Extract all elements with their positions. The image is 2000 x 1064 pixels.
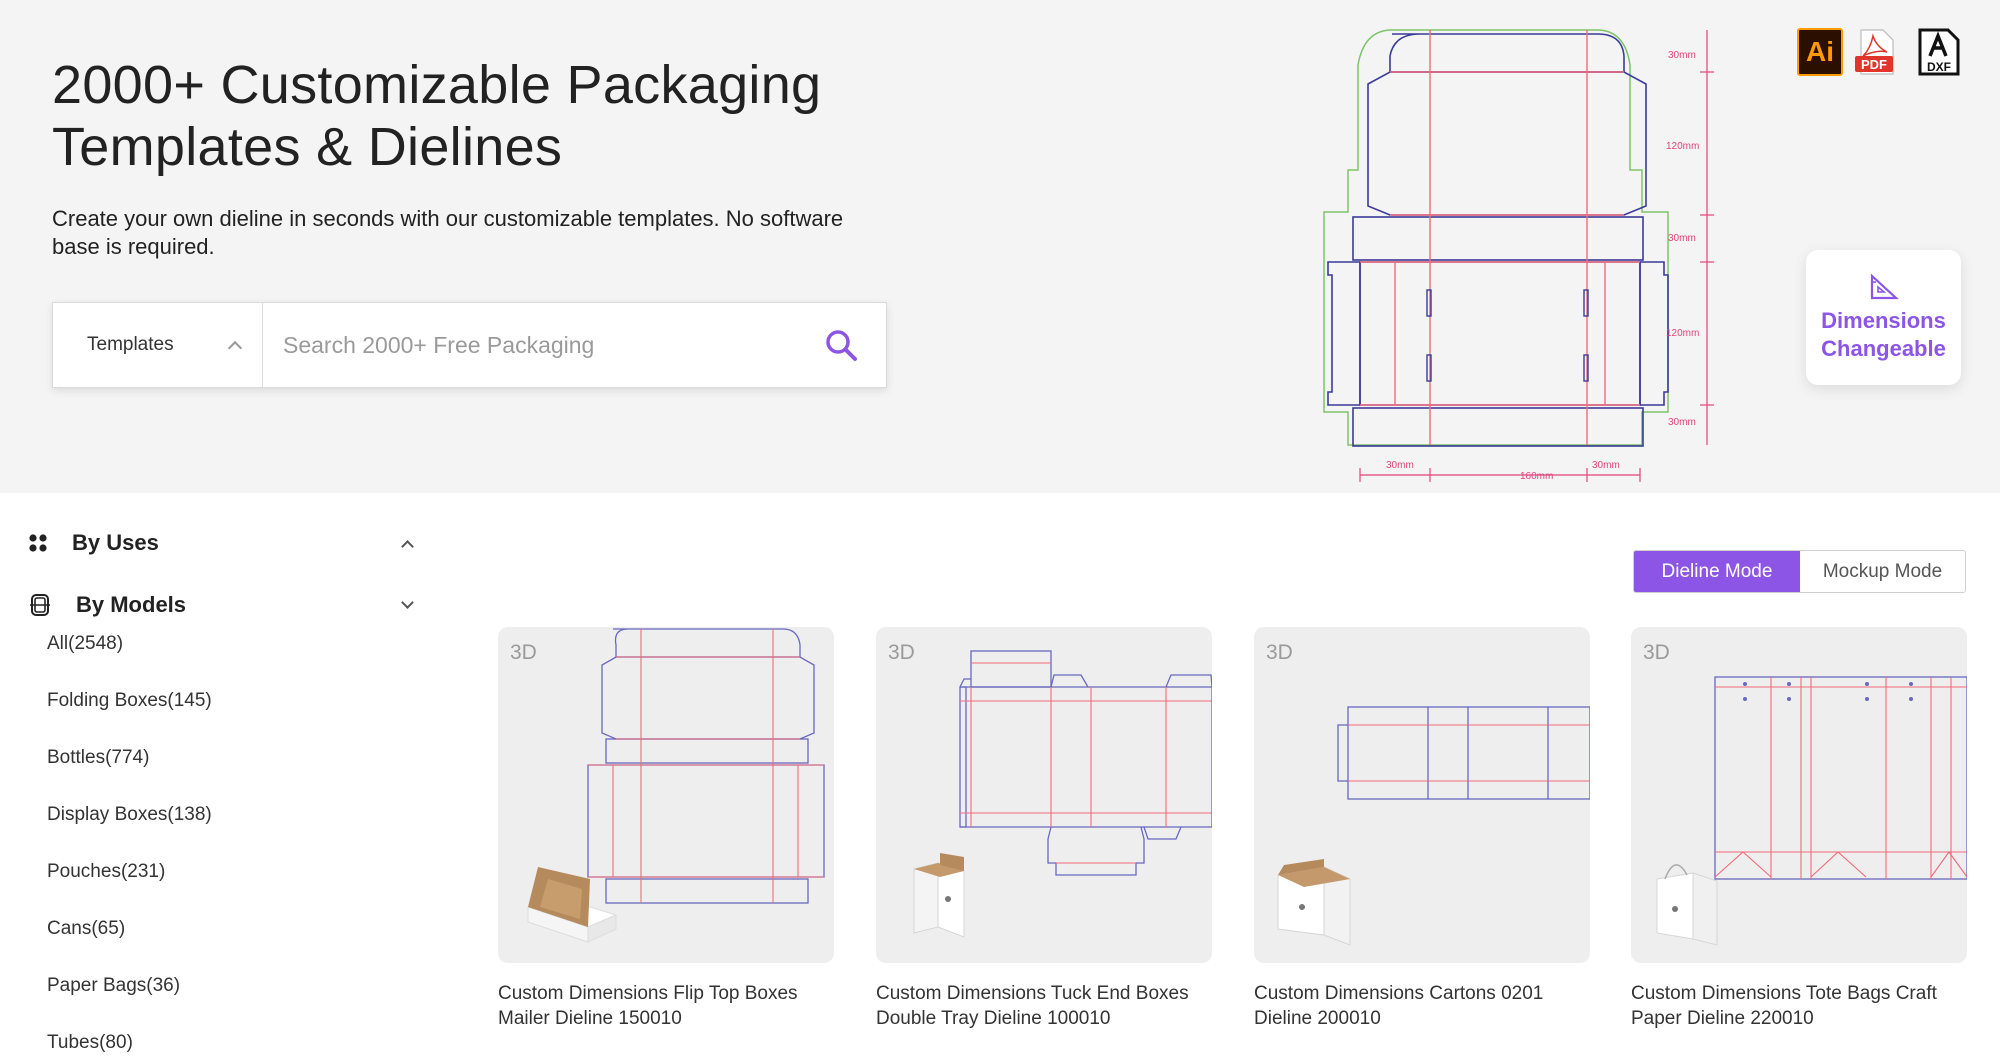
pdf-file-label: PDF bbox=[1861, 57, 1887, 72]
tuck-end-dieline-image bbox=[913, 650, 1212, 938]
ai-file-icon[interactable]: Ai bbox=[1797, 28, 1843, 76]
dim-label-bottom-panel: 120mm bbox=[1666, 328, 1699, 339]
dimensions-changeable-card: Dimensions Changeable bbox=[1806, 250, 1961, 385]
dieline-mode-button[interactable]: Dieline Mode bbox=[1634, 551, 1800, 592]
dim-label-top-panel: 120mm bbox=[1666, 141, 1699, 152]
template-card-title[interactable]: Custom Dimensions Tuck End Boxes Double … bbox=[876, 981, 1212, 1031]
template-card-thumbnail[interactable]: 3D bbox=[1631, 627, 1967, 963]
mailer-box-mockup bbox=[526, 867, 618, 943]
search-icon bbox=[826, 330, 857, 361]
dim-label-top-flap: 30mm bbox=[1668, 50, 1696, 61]
tote-bag-dieline-image bbox=[1656, 676, 1967, 946]
carton-dieline-image bbox=[1277, 706, 1590, 946]
template-card: 3D bbox=[1631, 627, 1967, 1031]
search-input[interactable] bbox=[263, 303, 796, 387]
category-select-label: Templates bbox=[87, 334, 174, 355]
dim-label-left-flap: 30mm bbox=[1386, 460, 1414, 471]
tuck-box-mockup bbox=[913, 853, 965, 938]
template-card-thumbnail[interactable]: 3D bbox=[1254, 627, 1590, 963]
hero-section: 2000+ Customizable Packaging Templates &… bbox=[0, 0, 2000, 493]
changeable-label: Changeable bbox=[1821, 335, 1946, 361]
view-mode-toggle: Dieline Mode Mockup Mode bbox=[1633, 550, 1966, 593]
sidebar-item-all[interactable]: All(2548) bbox=[47, 633, 123, 655]
dim-label-bottom-flap: 30mm bbox=[1668, 417, 1696, 428]
template-card-title[interactable]: Custom Dimensions Tote Bags Craft Paper … bbox=[1631, 981, 1967, 1031]
sidebar-item-paper-bags[interactable]: Paper Bags(36) bbox=[47, 975, 180, 997]
dxf-file-label: DXF bbox=[1927, 60, 1951, 74]
mailer-dieline-image bbox=[526, 628, 825, 943]
page-title-line2: Templates & Dielines bbox=[52, 117, 563, 177]
ai-file-label: Ai bbox=[1806, 36, 1834, 67]
chevron-down-icon bbox=[401, 595, 414, 609]
template-card-thumbnail[interactable]: 3D bbox=[876, 627, 1212, 963]
tote-bag-mockup bbox=[1656, 864, 1718, 946]
hero-dieline-illustration: 30mm 120mm 30mm 120mm 30mm 30mm 160mm 30… bbox=[1323, 29, 1714, 482]
sidebar-item-display-boxes[interactable]: Display Boxes(138) bbox=[47, 804, 212, 826]
template-card: 3D bbox=[876, 627, 1212, 1031]
sidebar-item-folding-boxes[interactable]: Folding Boxes(145) bbox=[47, 690, 212, 712]
template-card-thumbnail[interactable]: 3D bbox=[498, 627, 834, 963]
page-title: 2000+ Customizable Packaging Templates &… bbox=[52, 54, 952, 178]
sidebar-item-cans[interactable]: Cans(65) bbox=[47, 918, 125, 940]
chevron-up-icon bbox=[401, 539, 414, 553]
carton-mockup bbox=[1277, 859, 1351, 946]
dim-label-right-flap: 30mm bbox=[1592, 460, 1620, 471]
template-card: 3D Custom Dimensions Cartons 0201 Dielin… bbox=[1254, 627, 1590, 1031]
sidebar-item-pouches[interactable]: Pouches(231) bbox=[47, 861, 165, 883]
dxf-file-icon[interactable]: DXF bbox=[1916, 28, 1962, 76]
sidebar-item-tubes[interactable]: Tubes(80) bbox=[47, 1032, 133, 1054]
by-models-label: By Models bbox=[76, 592, 187, 617]
dimensions-label: Dimensions bbox=[1821, 307, 1946, 333]
page-title-line1: 2000+ Customizable Packaging bbox=[52, 55, 822, 115]
sidebar-item-bottles[interactable]: Bottles(774) bbox=[47, 747, 149, 769]
template-card-title[interactable]: Custom Dimensions Cartons 0201 Dieline 2… bbox=[1254, 981, 1590, 1031]
cube-model-icon bbox=[30, 594, 50, 616]
by-uses-label: By Uses bbox=[72, 530, 159, 555]
grid-dots-icon bbox=[29, 534, 47, 552]
mockup-mode-button[interactable]: Mockup Mode bbox=[1800, 551, 1965, 592]
template-card: 3D bbox=[498, 627, 834, 1031]
pdf-file-icon[interactable]: PDF bbox=[1853, 28, 1899, 76]
category-select[interactable]: Templates bbox=[53, 303, 263, 387]
chevron-up-icon bbox=[227, 340, 243, 356]
template-card-title[interactable]: Custom Dimensions Flip Top Boxes Mailer … bbox=[498, 981, 834, 1031]
hero-subtitle: Create your own dieline in seconds with … bbox=[52, 206, 844, 259]
by-uses-toggle[interactable]: By Uses bbox=[28, 523, 420, 563]
search-button[interactable] bbox=[796, 303, 886, 387]
by-models-toggle[interactable]: By Models bbox=[28, 585, 420, 625]
ruler-triangle-icon bbox=[1870, 272, 1899, 299]
dim-label-mid-flap: 30mm bbox=[1668, 233, 1696, 244]
category-sidebar: By Uses By Models All(2548) Folding Boxe… bbox=[0, 493, 440, 1064]
search-bar: Templates bbox=[52, 302, 887, 388]
dim-label-width: 160mm bbox=[1520, 471, 1553, 482]
